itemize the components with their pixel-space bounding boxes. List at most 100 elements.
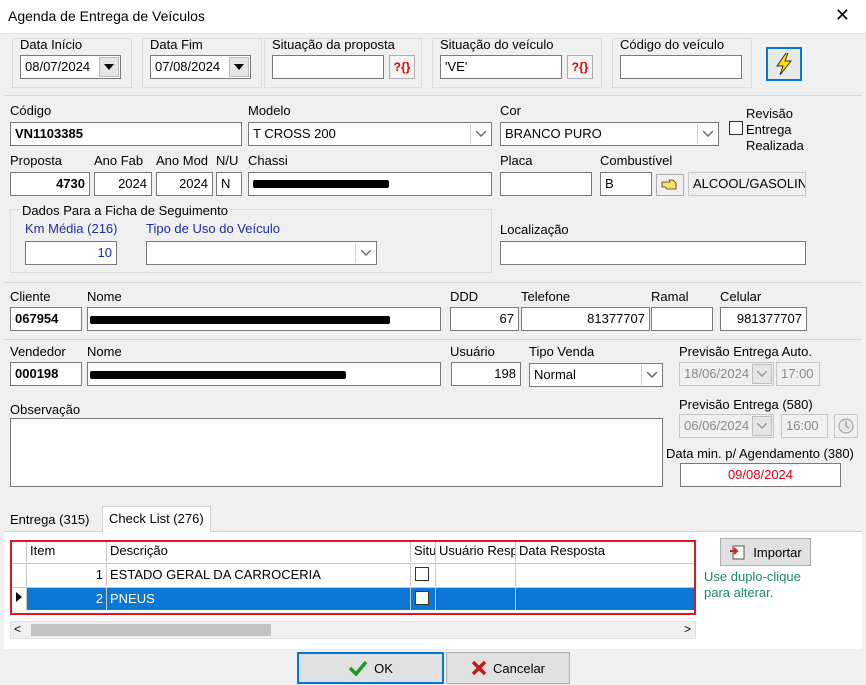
- row-indicator-header: [12, 542, 27, 562]
- celular-input[interactable]: 981377707: [720, 307, 807, 331]
- revisao-checkbox[interactable]: [729, 121, 743, 135]
- usuario-label: Usuário: [450, 344, 495, 359]
- col-situ[interactable]: Situ: [411, 542, 436, 562]
- revisao-label-3: Realizada: [746, 138, 804, 153]
- vendedor-nome-input[interactable]: [87, 362, 441, 386]
- combustivel-label: Combustível: [600, 153, 673, 168]
- tab-check-list[interactable]: Check List (276): [102, 506, 211, 532]
- observacao-label: Observação: [10, 402, 81, 417]
- redacted-vendedor-nome: [90, 371, 346, 379]
- ramal-input[interactable]: [651, 307, 713, 331]
- row-indicator: [12, 588, 27, 610]
- clock-button[interactable]: [834, 414, 858, 438]
- table-row-selected[interactable]: 2 PNEUS: [12, 587, 694, 610]
- table-row[interactable]: 1 ESTADO GERAL DA CARROCERIA: [12, 563, 694, 586]
- situ-checkbox[interactable]: [415, 591, 429, 605]
- usuario-input[interactable]: 198: [451, 362, 521, 386]
- codigo-veiculo-label: Código do veículo: [620, 37, 725, 52]
- cell-usuario-resp: [436, 564, 516, 586]
- cor-label: Cor: [500, 103, 521, 118]
- ano-fab-input[interactable]: 2024: [94, 172, 152, 196]
- placa-label: Placa: [500, 153, 533, 168]
- situacao-veiculo-input[interactable]: 'VE': [440, 55, 562, 79]
- cancel-button[interactable]: Cancelar: [446, 652, 570, 684]
- col-usuario-resp[interactable]: Usuário Resp: [436, 542, 516, 562]
- prev-auto-date-value: 18/06/2024: [684, 366, 750, 381]
- cor-value: BRANCO PURO: [505, 126, 602, 141]
- scrollbar-thumb[interactable]: [31, 624, 271, 636]
- col-item[interactable]: Item: [27, 542, 107, 562]
- chevron-down-icon[interactable]: [99, 57, 119, 77]
- proposta-input[interactable]: 4730: [10, 172, 90, 196]
- pointing-hand-icon: [661, 179, 677, 190]
- current-row-arrow-icon: [16, 592, 22, 602]
- cliente-input[interactable]: 067954: [10, 307, 82, 331]
- km-media-input[interactable]: 10: [25, 241, 117, 265]
- cliente-label: Cliente: [10, 289, 51, 304]
- situacao-proposta-label: Situação da proposta: [272, 37, 395, 52]
- data-fim-value: 07/08/2024: [155, 59, 221, 74]
- nu-input[interactable]: N: [216, 172, 242, 196]
- telefone-input[interactable]: 81377707: [521, 307, 650, 331]
- tipo-venda-select[interactable]: Normal: [529, 363, 663, 387]
- vendedor-input[interactable]: 000198: [10, 362, 82, 386]
- modelo-value: T CROSS 200: [253, 126, 336, 141]
- situacao-veiculo-label: Situação do veículo: [440, 37, 554, 52]
- chevron-down-icon[interactable]: [697, 124, 717, 144]
- cell-usuario-resp: [436, 588, 516, 610]
- situ-checkbox[interactable]: [415, 567, 429, 581]
- vendedor-nome-label: Nome: [87, 344, 122, 359]
- hint-line-1: Use duplo-clique: [704, 569, 801, 584]
- cliente-nome-input[interactable]: [87, 307, 441, 331]
- modelo-select[interactable]: T CROSS 200: [248, 122, 492, 146]
- tipo-uso-select[interactable]: [146, 241, 377, 265]
- col-descricao[interactable]: Descrição: [107, 542, 411, 562]
- tab-entrega[interactable]: Entrega (315): [4, 508, 96, 532]
- clock-icon: [838, 418, 854, 434]
- col-data-resposta[interactable]: Data Resposta: [516, 542, 694, 562]
- scroll-left-icon[interactable]: <: [14, 622, 21, 636]
- prev-auto-date: 18/06/2024: [679, 362, 774, 386]
- horizontal-scrollbar[interactable]: < >: [10, 621, 696, 639]
- telefone-label: Telefone: [521, 289, 571, 304]
- localizacao-input[interactable]: [500, 241, 806, 265]
- revisao-label-2: Entrega: [746, 122, 792, 137]
- chevron-down-icon[interactable]: [641, 365, 661, 385]
- scroll-right-icon[interactable]: >: [684, 622, 691, 636]
- placa-input[interactable]: [500, 172, 592, 196]
- observacao-textarea[interactable]: [10, 418, 663, 487]
- chevron-down-icon[interactable]: [470, 124, 490, 144]
- revisao-label-1: Revisão: [746, 106, 793, 121]
- tipo-venda-label: Tipo Venda: [529, 344, 595, 359]
- codigo-input[interactable]: VN1103385: [10, 122, 242, 146]
- combustivel-code-input[interactable]: B: [600, 172, 652, 196]
- ok-button[interactable]: OK: [297, 652, 444, 684]
- km-media-label: Km Média (216): [25, 221, 118, 236]
- tipo-venda-value: Normal: [534, 367, 576, 382]
- close-icon[interactable]: ✕: [835, 5, 850, 25]
- chevron-down-icon[interactable]: [229, 57, 249, 77]
- data-fim-input[interactable]: 07/08/2024: [150, 55, 251, 79]
- cell-data-resposta: [516, 588, 694, 610]
- chevron-down-icon[interactable]: [355, 243, 375, 263]
- chassi-input[interactable]: [248, 172, 492, 196]
- combustivel-lookup-button[interactable]: [656, 174, 684, 196]
- ddd-input[interactable]: 67: [450, 307, 519, 331]
- ano-mod-input[interactable]: 2024: [156, 172, 213, 196]
- situacao-proposta-input[interactable]: [272, 55, 384, 79]
- situacao-proposta-query-button[interactable]: ?{}: [389, 55, 415, 79]
- codigo-veiculo-input[interactable]: [620, 55, 742, 79]
- ramal-label: Ramal: [651, 289, 689, 304]
- combustivel-desc: ALCOOL/GASOLINA: [688, 172, 806, 196]
- checklist-grid[interactable]: Item Descrição Situ Usuário Resp Data Re…: [10, 540, 696, 615]
- cor-select[interactable]: BRANCO PURO: [500, 122, 719, 146]
- execute-button[interactable]: [766, 47, 802, 81]
- importar-label: Importar: [753, 544, 802, 560]
- ano-fab-label: Ano Fab: [94, 153, 144, 168]
- situacao-veiculo-query-button[interactable]: ?{}: [567, 55, 593, 79]
- ficha-group-label: Dados Para a Ficha de Seguimento: [20, 203, 230, 218]
- nu-label: N/U: [216, 153, 239, 168]
- window-title: Agenda de Entrega de Veículos: [8, 8, 205, 24]
- importar-button[interactable]: Importar: [720, 538, 811, 566]
- data-inicio-input[interactable]: 08/07/2024: [20, 55, 121, 79]
